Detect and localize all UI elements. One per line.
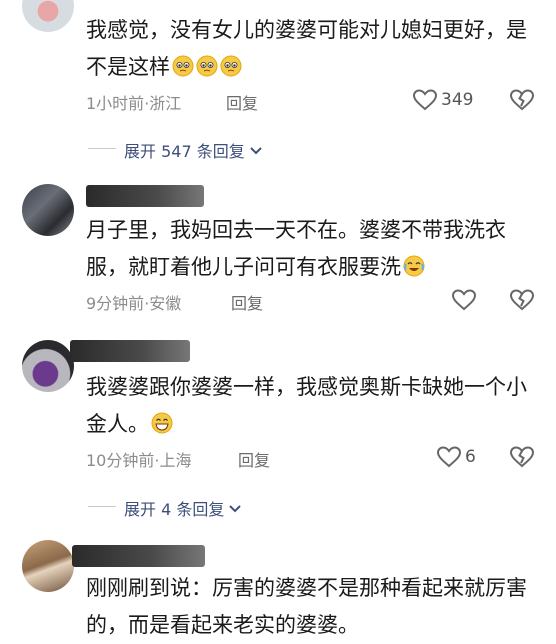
pleading-face-emoji — [220, 55, 242, 77]
reply-button[interactable]: 回复 — [226, 90, 258, 114]
username-redacted[interactable] — [70, 340, 190, 362]
username-redacted[interactable] — [86, 185, 204, 207]
avatar[interactable] — [22, 0, 74, 32]
broken-heart-icon[interactable] — [509, 88, 535, 112]
reply-button[interactable]: 回复 — [238, 447, 270, 471]
divider-dash — [88, 148, 116, 149]
comment-meta: 1小时前·浙江 — [86, 90, 181, 114]
heart-icon[interactable] — [412, 88, 438, 112]
expand-replies-button[interactable]: 展开 4 条回复 — [124, 496, 242, 520]
comment-text: 月子里，我妈回去一天不在。婆婆不带我洗衣 — [86, 218, 506, 242]
timestamp: 10分钟前 — [86, 451, 155, 470]
timestamp: 1小时前 — [86, 94, 145, 113]
comment-text-line: 金人。 — [86, 412, 149, 436]
reply-button[interactable]: 回复 — [231, 290, 263, 314]
avatar[interactable] — [22, 540, 74, 592]
pleading-face-emoji — [172, 55, 194, 77]
location: 安徽 — [149, 294, 182, 313]
chevron-down-icon — [229, 505, 242, 513]
avatar[interactable] — [22, 340, 74, 392]
grinning-emoji — [151, 412, 173, 434]
comment-text: 我婆婆跟你婆婆一样，我感觉奥斯卡缺她一个小 — [86, 375, 527, 399]
expand-replies-label: 展开 547 条回复 — [124, 142, 245, 161]
chevron-down-icon — [250, 147, 262, 155]
comment-text-line: 不是这样 — [86, 55, 170, 79]
comment-text: 金人。 — [86, 406, 173, 443]
like-count: 349 — [441, 90, 474, 110]
pleading-face-emoji — [196, 55, 218, 77]
username-redacted[interactable] — [72, 545, 205, 567]
comment-text: 服，就盯着他儿子问可有衣服要洗 — [86, 249, 425, 286]
expand-replies-button[interactable]: 展开 547 条回复 — [124, 138, 262, 162]
timestamp: 9分钟前 — [86, 294, 145, 313]
comment-meta: 9分钟前·安徽 — [86, 290, 181, 314]
expand-replies-label: 展开 4 条回复 — [124, 500, 225, 519]
avatar[interactable] — [22, 184, 74, 236]
broken-heart-icon[interactable] — [509, 445, 535, 469]
heart-icon[interactable] — [451, 288, 477, 312]
like-count: 6 — [465, 447, 476, 467]
comment-text: 的，而是看起来老实的婆婆。 — [86, 613, 359, 637]
comment-text: 我感觉，没有女儿的婆婆可能对儿媳妇更好，是 — [86, 18, 527, 42]
location: 上海 — [159, 451, 192, 470]
comment-text-line: 服，就盯着他儿子问可有衣服要洗 — [86, 255, 401, 279]
crying-laughing-emoji — [403, 255, 425, 277]
heart-icon[interactable] — [436, 445, 462, 469]
broken-heart-icon[interactable] — [509, 288, 535, 312]
comment-text: 不是这样 — [86, 49, 242, 86]
comment-text: 刚刚刷到说：厉害的婆婆不是那种看起来就厉害 — [86, 576, 527, 600]
location: 浙江 — [149, 94, 182, 113]
comment-meta: 10分钟前·上海 — [86, 447, 191, 471]
divider-dash — [88, 506, 116, 507]
